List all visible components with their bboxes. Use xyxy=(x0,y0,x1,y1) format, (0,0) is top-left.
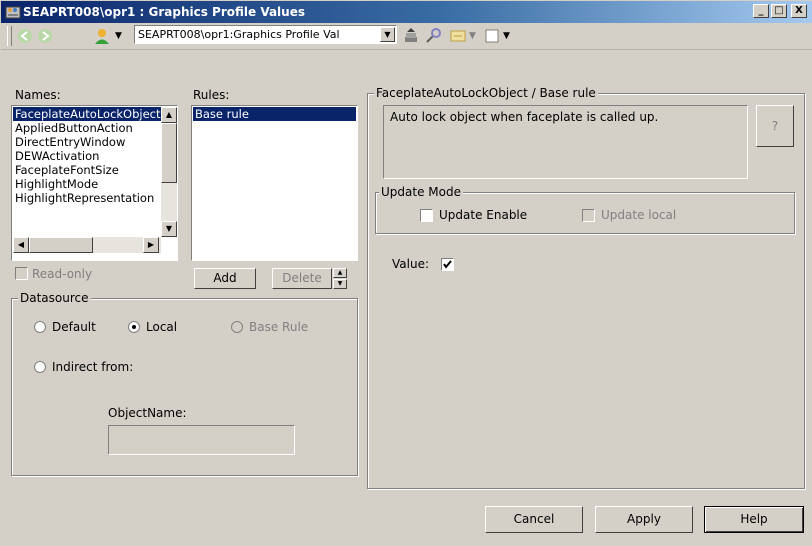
move-down-icon[interactable]: ▼ xyxy=(333,279,347,289)
minimize-button[interactable]: _ xyxy=(753,4,769,18)
scroll-thumb[interactable] xyxy=(161,123,177,183)
rules-listbox[interactable]: Base rule xyxy=(191,105,358,261)
check-icon xyxy=(443,260,452,269)
stack-icon[interactable] xyxy=(402,27,420,45)
names-vertical-scrollbar[interactable]: ▲ ▼ xyxy=(161,107,177,237)
list-item[interactable]: HighlightRepresentation xyxy=(13,191,161,205)
profile-combo[interactable]: SEAPRT008\opr1:Graphics Profile Val ▼ xyxy=(134,25,397,44)
move-up-icon[interactable]: ▲ xyxy=(333,268,347,278)
local-label: Local xyxy=(146,320,178,334)
app-icon xyxy=(5,6,21,19)
readonly-label: Read-only xyxy=(32,267,93,281)
indirect-radio[interactable] xyxy=(34,361,46,373)
toolbar: ▼ SEAPRT008\opr1:Graphics Profile Val ▼ … xyxy=(1,23,812,50)
names-label: Names: xyxy=(15,88,61,102)
back-icon[interactable] xyxy=(17,28,33,44)
title-bar[interactable]: SEAPRT008\opr1 : Graphics Profile Values… xyxy=(1,1,812,23)
help-question-button[interactable]: ? xyxy=(756,105,794,147)
update-local-label: Update local xyxy=(601,208,677,222)
objectname-field[interactable] xyxy=(108,425,295,455)
base-rule-label: Base Rule xyxy=(249,320,309,334)
names-listbox[interactable]: FaceplateAutoLockObject AppliedButtonAct… xyxy=(11,105,178,261)
chevron-down-icon[interactable]: ▼ xyxy=(380,27,395,42)
names-horizontal-scrollbar[interactable]: ◀ ▶ xyxy=(13,237,161,253)
delete-button[interactable]: Delete xyxy=(272,268,332,289)
transfer-dropdown-arrow-icon[interactable]: ▼ xyxy=(469,31,476,41)
local-radio[interactable] xyxy=(128,321,140,333)
datasource-title: Datasource xyxy=(18,291,91,305)
add-button[interactable]: Add xyxy=(194,268,256,289)
profile-values-window: SEAPRT008\opr1 : Graphics Profile Values… xyxy=(0,0,812,546)
objectname-label: ObjectName: xyxy=(108,406,187,420)
scroll-thumb[interactable] xyxy=(29,237,93,253)
update-enable-label: Update Enable xyxy=(439,208,528,222)
transfer-icon[interactable] xyxy=(449,27,467,45)
list-item[interactable]: DEWActivation xyxy=(13,149,161,163)
maximize-button[interactable]: □ xyxy=(771,4,787,18)
update-enable-checkbox[interactable] xyxy=(420,209,433,222)
scroll-down-icon[interactable]: ▼ xyxy=(161,221,177,237)
scroll-left-icon[interactable]: ◀ xyxy=(13,237,29,253)
default-label: Default xyxy=(52,320,96,334)
value-checkbox[interactable] xyxy=(441,258,454,271)
close-button[interactable]: X xyxy=(791,4,807,18)
scroll-right-icon[interactable]: ▶ xyxy=(143,237,159,253)
profile-combo-value: SEAPRT008\opr1:Graphics Profile Val xyxy=(138,28,340,41)
list-item[interactable]: Base rule xyxy=(193,107,356,121)
base-rule-radio[interactable] xyxy=(231,321,243,333)
cancel-button[interactable]: Cancel xyxy=(485,506,583,533)
help-button[interactable]: Help xyxy=(704,506,804,533)
toolbar-grip[interactable] xyxy=(7,26,12,46)
user-dropdown-arrow-icon[interactable]: ▼ xyxy=(115,31,122,41)
window-dropdown-arrow-icon[interactable]: ▼ xyxy=(503,31,510,41)
detail-title: FaceplateAutoLockObject / Base rule xyxy=(374,86,598,100)
list-item[interactable]: AppliedButtonAction xyxy=(13,121,161,135)
default-radio[interactable] xyxy=(34,321,46,333)
user-icon[interactable] xyxy=(93,27,111,45)
window-icon[interactable] xyxy=(483,27,501,45)
update-mode-title: Update Mode xyxy=(379,185,463,199)
scroll-up-icon[interactable]: ▲ xyxy=(161,107,177,123)
list-item[interactable]: FaceplateAutoLockObject xyxy=(13,107,161,121)
description-text: Auto lock object when faceplate is calle… xyxy=(390,110,659,124)
list-item[interactable]: DirectEntryWindow xyxy=(13,135,161,149)
list-item[interactable]: HighlightMode xyxy=(13,177,161,191)
forward-icon[interactable] xyxy=(37,28,53,44)
description-box: Auto lock object when faceplate is calle… xyxy=(383,105,748,179)
indirect-label: Indirect from: xyxy=(52,360,134,374)
connect-icon[interactable] xyxy=(424,27,442,45)
readonly-checkbox[interactable] xyxy=(15,267,28,280)
rules-label: Rules: xyxy=(193,88,230,102)
update-local-checkbox[interactable] xyxy=(582,209,595,222)
window-title: SEAPRT008\opr1 : Graphics Profile Values xyxy=(23,5,305,19)
list-item[interactable]: FaceplateFontSize xyxy=(13,163,161,177)
value-label: Value: xyxy=(392,257,429,271)
apply-button[interactable]: Apply xyxy=(595,506,693,533)
